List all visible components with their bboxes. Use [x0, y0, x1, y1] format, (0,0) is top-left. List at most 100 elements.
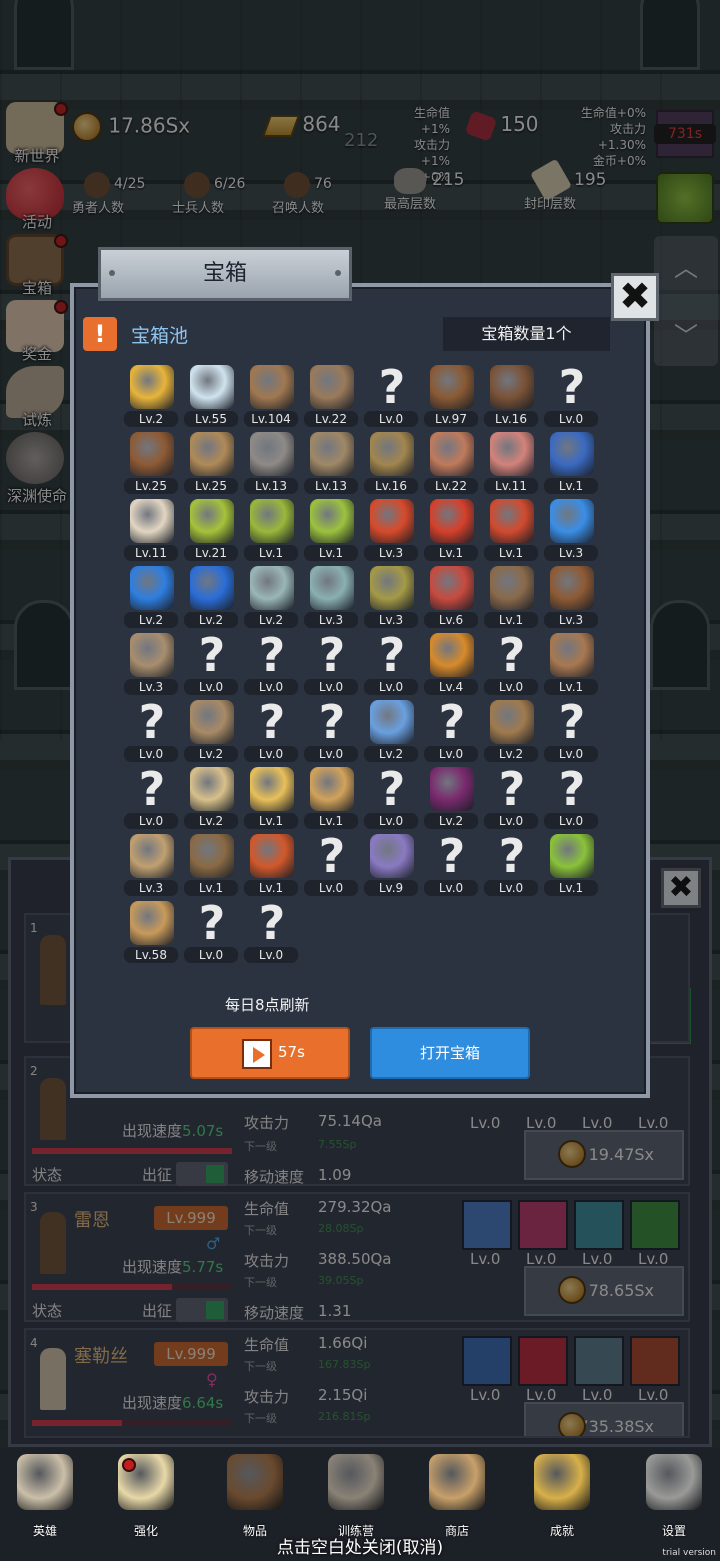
item-slot[interactable]: ? Lv.0 — [180, 898, 240, 965]
item-level: Lv.11 — [484, 478, 538, 494]
item-slot[interactable]: ? Lv.0 — [240, 630, 300, 697]
item-slot[interactable]: Lv.1 — [540, 831, 600, 898]
item-slot[interactable]: Lv.3 — [540, 563, 600, 630]
nav-golden-key[interactable]: 成就 — [522, 1454, 602, 1538]
meat-leg-icon — [430, 432, 474, 476]
item-slot[interactable]: ? Lv.0 — [180, 630, 240, 697]
wooden-staff-icon — [190, 700, 234, 744]
nav-candle[interactable]: 强化 — [106, 1454, 186, 1538]
video-play-icon — [242, 1039, 272, 1069]
item-slot[interactable]: Lv.16 — [360, 429, 420, 496]
item-level: Lv.1 — [244, 813, 298, 829]
item-slot[interactable]: Lv.22 — [420, 429, 480, 496]
item-slot[interactable]: Lv.2 — [420, 764, 480, 831]
item-slot[interactable]: Lv.1 — [480, 496, 540, 563]
item-slot[interactable]: Lv.25 — [120, 429, 180, 496]
item-level: Lv.3 — [124, 679, 178, 695]
item-slot[interactable]: Lv.9 — [360, 831, 420, 898]
unknown-icon: ? — [438, 695, 466, 749]
item-slot[interactable]: Lv.6 — [420, 563, 480, 630]
item-slot[interactable]: Lv.2 — [240, 563, 300, 630]
item-level: Lv.58 — [124, 947, 178, 963]
red-potion-icon — [370, 499, 414, 543]
item-slot[interactable]: Lv.2 — [180, 697, 240, 764]
item-slot[interactable]: ? Lv.0 — [300, 697, 360, 764]
item-slot[interactable]: Lv.3 — [120, 630, 180, 697]
item-level: Lv.1 — [544, 880, 598, 896]
item-slot[interactable]: Lv.25 — [180, 429, 240, 496]
item-slot[interactable]: ? Lv.0 — [120, 697, 180, 764]
item-slot[interactable]: ? Lv.0 — [540, 697, 600, 764]
item-level: Lv.22 — [424, 478, 478, 494]
item-slot[interactable]: ? Lv.0 — [540, 764, 600, 831]
item-slot[interactable]: Lv.1 — [540, 429, 600, 496]
item-slot[interactable]: Lv.2 — [120, 362, 180, 429]
item-slot[interactable]: ? Lv.0 — [480, 764, 540, 831]
item-slot[interactable]: ? Lv.0 — [300, 630, 360, 697]
nav-skull[interactable]: 英雄 — [5, 1454, 85, 1538]
knight-helmet-icon — [370, 432, 414, 476]
item-slot[interactable]: Lv.11 — [480, 429, 540, 496]
item-slot[interactable]: ? Lv.0 — [480, 831, 540, 898]
bow-icon — [130, 834, 174, 878]
green-wand-icon — [550, 834, 594, 878]
item-level: Lv.3 — [304, 612, 358, 628]
item-slot[interactable]: Lv.13 — [300, 429, 360, 496]
nav-beer-mug[interactable]: 商店 — [417, 1454, 497, 1538]
item-slot[interactable]: ? Lv.0 — [360, 362, 420, 429]
item-slot[interactable]: Lv.2 — [360, 697, 420, 764]
item-slot[interactable]: Lv.22 — [300, 362, 360, 429]
nav-gear[interactable]: 设置 — [634, 1454, 714, 1538]
item-slot[interactable]: Lv.1 — [420, 496, 480, 563]
item-slot[interactable]: Lv.3 — [360, 496, 420, 563]
item-slot[interactable]: ? Lv.0 — [300, 831, 360, 898]
item-slot[interactable]: Lv.104 — [240, 362, 300, 429]
item-slot[interactable]: ? Lv.0 — [360, 764, 420, 831]
item-slot[interactable]: Lv.4 — [420, 630, 480, 697]
item-slot[interactable]: Lv.11 — [120, 496, 180, 563]
item-slot[interactable]: Lv.2 — [120, 563, 180, 630]
item-slot[interactable]: Lv.1 — [180, 831, 240, 898]
item-level: Lv.2 — [184, 612, 238, 628]
item-slot[interactable]: ? Lv.0 — [240, 898, 300, 965]
item-slot[interactable]: Lv.1 — [480, 563, 540, 630]
item-slot[interactable]: Lv.2 — [480, 697, 540, 764]
item-level: Lv.1 — [424, 545, 478, 561]
item-slot[interactable]: Lv.2 — [180, 764, 240, 831]
item-slot[interactable]: Lv.3 — [120, 831, 180, 898]
nav-spellbook[interactable]: 物品 — [215, 1454, 295, 1538]
item-slot[interactable]: Lv.2 — [180, 563, 240, 630]
item-slot[interactable]: Lv.16 — [480, 362, 540, 429]
item-slot[interactable]: ? Lv.0 — [480, 630, 540, 697]
item-slot[interactable]: Lv.97 — [420, 362, 480, 429]
item-level: Lv.97 — [424, 411, 478, 427]
item-slot[interactable]: Lv.58 — [120, 898, 180, 965]
cheese-icon — [250, 767, 294, 811]
item-slot[interactable]: Lv.3 — [540, 496, 600, 563]
item-slot[interactable]: ? Lv.0 — [540, 362, 600, 429]
nav-lantern[interactable]: 训练营 — [316, 1454, 396, 1538]
winged-boot-icon — [490, 566, 534, 610]
item-slot[interactable]: Lv.21 — [180, 496, 240, 563]
watch-video-button[interactable]: 57s — [190, 1027, 350, 1079]
open-chest-button[interactable]: 打开宝箱 — [370, 1027, 530, 1079]
item-slot[interactable]: ? Lv.0 — [240, 697, 300, 764]
item-slot[interactable]: Lv.13 — [240, 429, 300, 496]
red-vial-icon — [430, 566, 474, 610]
item-slot[interactable]: Lv.1 — [240, 831, 300, 898]
item-slot[interactable]: Lv.1 — [300, 496, 360, 563]
item-slot[interactable]: Lv.55 — [180, 362, 240, 429]
item-slot[interactable]: ? Lv.0 — [360, 630, 420, 697]
item-level: Lv.0 — [544, 813, 598, 829]
item-slot[interactable]: Lv.3 — [300, 563, 360, 630]
item-slot[interactable]: Lv.1 — [240, 496, 300, 563]
item-slot[interactable]: Lv.1 — [540, 630, 600, 697]
item-slot[interactable]: ? Lv.0 — [120, 764, 180, 831]
unknown-icon: ? — [138, 762, 166, 816]
item-slot[interactable]: ? Lv.0 — [420, 697, 480, 764]
close-icon[interactable]: ✖ — [611, 273, 659, 321]
item-slot[interactable]: Lv.1 — [240, 764, 300, 831]
item-slot[interactable]: Lv.3 — [360, 563, 420, 630]
item-slot[interactable]: Lv.1 — [300, 764, 360, 831]
item-slot[interactable]: ? Lv.0 — [420, 831, 480, 898]
